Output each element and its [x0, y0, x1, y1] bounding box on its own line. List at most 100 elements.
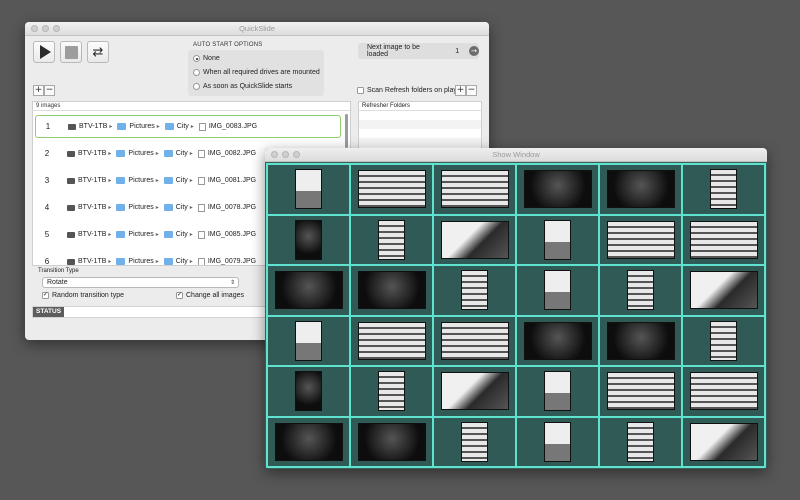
remove-image-button[interactable]: −: [44, 85, 55, 96]
folder-name: City: [175, 258, 188, 265]
slideshow-photo: [357, 170, 426, 209]
slideshow-cell: [600, 367, 681, 416]
shuffle-button[interactable]: ⇄: [87, 41, 109, 63]
window-title: QuickSlide: [239, 24, 275, 33]
slideshow-photo: [440, 170, 509, 209]
change-all-label: Change all images: [186, 292, 244, 299]
folder-name: Pictures: [128, 150, 154, 157]
random-transition-label: Random transition type: [52, 292, 124, 299]
radio-on-start[interactable]: As soon as QuickSlide starts: [193, 83, 292, 90]
chevron-right-icon: ▸: [190, 123, 194, 130]
add-folder-button[interactable]: +: [455, 85, 466, 96]
play-icon: [39, 45, 51, 59]
radio-none[interactable]: None: [193, 55, 220, 62]
slideshow-photo: [544, 421, 571, 462]
shuffle-icon: ⇄: [92, 44, 104, 60]
slideshow-cell: [683, 316, 764, 365]
folder-icon: [116, 150, 126, 157]
image-file-icon: [197, 176, 205, 185]
chevron-right-icon: ▸: [189, 231, 193, 238]
remove-folder-button[interactable]: −: [466, 85, 477, 96]
slideshow-cell: [351, 367, 432, 416]
drive-name: BTV-1TB: [78, 150, 107, 157]
drive-icon: [67, 204, 75, 211]
file-name: IMG_0078.JPG: [207, 204, 257, 211]
chevron-right-icon: ▸: [108, 150, 112, 157]
folder-icon: [164, 123, 174, 130]
file-name: IMG_0079.JPG: [207, 258, 257, 265]
slideshow-cell: [351, 316, 432, 365]
image-file-icon: [197, 230, 205, 239]
slideshow-photo: [295, 320, 322, 361]
transition-value: Rotate: [47, 279, 68, 286]
slideshow-cell: [434, 215, 515, 264]
slideshow-photo: [606, 170, 675, 209]
slideshow-photo: [627, 421, 654, 462]
folder-icon: [116, 177, 126, 184]
file-name: IMG_0083.JPG: [208, 123, 258, 130]
slideshow-cell: [351, 215, 432, 264]
list-scrollbar[interactable]: [345, 114, 348, 148]
slideshow-cell: [268, 215, 349, 264]
drive-icon: [67, 177, 75, 184]
drive-name: BTV-1TB: [78, 204, 107, 211]
slideshow-cell: [517, 417, 598, 466]
next-image-box: Next image to be loaded 1 →: [358, 43, 479, 59]
radio-label: None: [203, 55, 220, 62]
show-titlebar[interactable]: Show Window: [265, 148, 767, 162]
checkbox[interactable]: [357, 87, 364, 94]
slideshow-photo: [544, 219, 571, 260]
slideshow-cell: [683, 165, 764, 214]
slideshow-cell: [351, 165, 432, 214]
random-transition-checkbox[interactable]: ✓ Random transition type: [42, 292, 124, 299]
slideshow-cell: [600, 215, 681, 264]
list-item[interactable]: 1 BTV-1TB ▸ Pictures ▸ City ▸ IMG_0083.JPG: [35, 115, 341, 138]
checkbox[interactable]: ✓: [176, 292, 183, 299]
slideshow-photo: [689, 422, 758, 461]
chevron-right-icon: ▸: [109, 123, 113, 130]
status-badge: STATUS: [33, 307, 65, 317]
slideshow-cell: [683, 266, 764, 315]
row-index: 5: [44, 230, 50, 239]
radio-button[interactable]: [193, 69, 200, 76]
drive-icon: [68, 123, 76, 130]
scan-refresh-label: Scan Refresh folders on play: [367, 87, 457, 94]
slideshow-cell: [683, 417, 764, 466]
slideshow-photo: [295, 219, 322, 260]
slideshow-cell: [683, 215, 764, 264]
slideshow-cell: [268, 266, 349, 315]
row-index: 2: [44, 149, 50, 158]
slideshow-photo: [710, 320, 737, 361]
drive-name: BTV-1TB: [79, 123, 108, 130]
folder-name: Pictures: [128, 204, 154, 211]
next-image-value[interactable]: 1: [455, 48, 459, 55]
folder-name: Pictures: [128, 177, 154, 184]
arrow-right-icon[interactable]: →: [469, 46, 479, 56]
stop-button[interactable]: [60, 41, 82, 63]
slideshow-photo: [357, 271, 426, 310]
row-index: 6: [44, 257, 50, 266]
drive-icon: [67, 231, 75, 238]
row-index: 4: [44, 203, 50, 212]
play-button[interactable]: [33, 41, 55, 63]
folder-icon: [163, 150, 173, 157]
checkbox[interactable]: ✓: [42, 292, 49, 299]
slideshow-photo: [523, 170, 592, 209]
refresher-header: Refresher Folders: [359, 102, 481, 111]
radio-button[interactable]: [193, 55, 200, 62]
radio-drives-mounted[interactable]: When all required drives are mounted: [193, 69, 320, 76]
transition-type-select[interactable]: Rotate ⇕: [42, 277, 239, 288]
slideshow-photo: [461, 270, 488, 311]
drive-name: BTV-1TB: [78, 177, 107, 184]
scan-refresh-checkbox[interactable]: Scan Refresh folders on play: [357, 87, 457, 94]
image-count: 9 images: [33, 102, 350, 111]
slideshow-photo: [378, 219, 405, 260]
slideshow-cell: [517, 266, 598, 315]
radio-button[interactable]: [193, 83, 200, 90]
slideshow-photo: [606, 220, 675, 259]
main-titlebar[interactable]: QuickSlide: [25, 22, 489, 36]
slideshow-cell: [683, 367, 764, 416]
chevron-right-icon: ▸: [189, 204, 193, 211]
add-image-button[interactable]: +: [33, 85, 44, 96]
change-all-checkbox[interactable]: ✓ Change all images: [176, 292, 244, 299]
